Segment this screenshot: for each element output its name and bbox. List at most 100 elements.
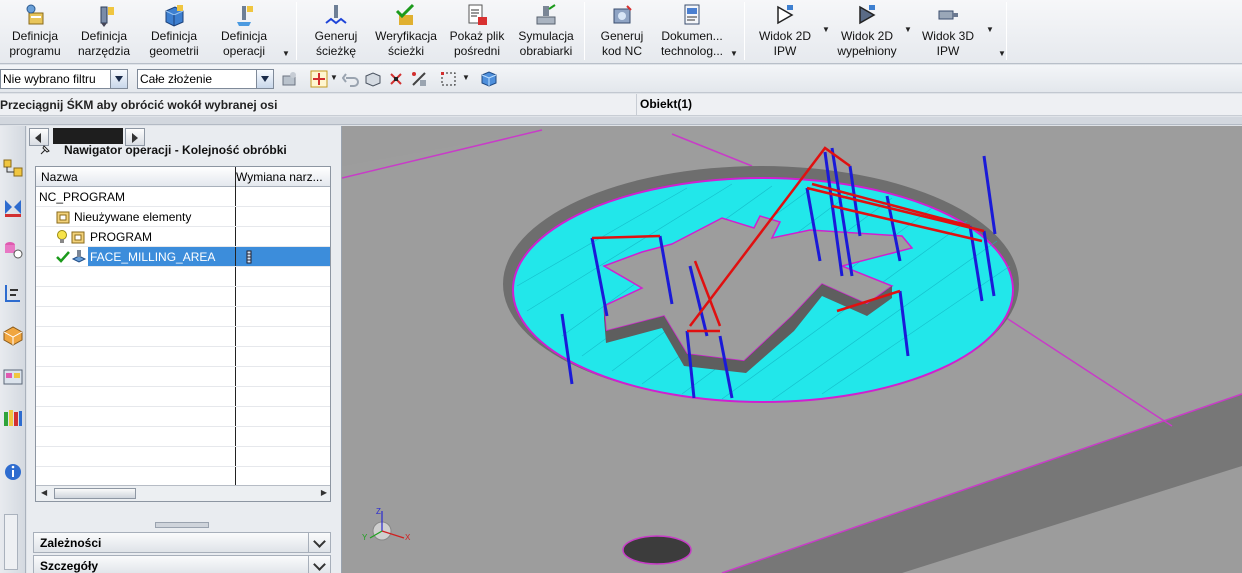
- reuse-library-icon[interactable]: [2, 324, 24, 346]
- view-3d-ipw-icon: [938, 10, 958, 20]
- column-header-name[interactable]: Nazwa: [41, 170, 78, 184]
- status-bar: Przeciągnij ŚKM aby obrócić wokół wybran…: [0, 94, 1242, 116]
- svg-text:X: X: [405, 533, 411, 542]
- view-2d-ipw-dropdown[interactable]: ▼: [822, 25, 830, 34]
- definicja-narzedzia-button[interactable]: Definicja narzędzia: [70, 0, 138, 62]
- panel-splitter[interactable]: [155, 522, 209, 528]
- drill-hole: [622, 535, 692, 565]
- tree-row-empty: [36, 267, 330, 287]
- roles-info-icon[interactable]: [2, 460, 24, 482]
- type-filter-select[interactable]: Nie wybrano filtru: [0, 69, 128, 89]
- widok-2d-wypelniony-button[interactable]: Widok 2D wypełniony: [832, 0, 902, 62]
- ribbon-separator: [584, 2, 585, 60]
- column-header-tool-change[interactable]: Wymiana narz...: [236, 170, 330, 184]
- ribbon-toolbar: Definicja programu Definicja narzędzia D…: [0, 0, 1242, 64]
- selection-scope-select[interactable]: Całe złożenie: [137, 69, 274, 89]
- select-box-icon[interactable]: [440, 70, 458, 88]
- graphics-viewport[interactable]: Z X Y: [342, 126, 1242, 573]
- tree-row-empty: [36, 467, 330, 487]
- widok-2d-ipw-button[interactable]: Widok 2D IPW: [752, 0, 818, 62]
- ribbon-separator: [744, 2, 745, 60]
- pin-icon[interactable]: [39, 144, 51, 156]
- navigator-title: Nawigator operacji - Kolejność obróbki: [64, 143, 287, 157]
- definicja-programu-button[interactable]: Definicja programu: [2, 0, 68, 62]
- scrollbar-thumb[interactable]: [54, 488, 136, 499]
- resource-scrollbar[interactable]: [4, 514, 18, 570]
- generuj-kod-nc-button[interactable]: Generuj kod NC: [592, 0, 652, 62]
- ribbon-group-dropdown[interactable]: ▼: [730, 49, 738, 58]
- part-view-icon[interactable]: [364, 70, 382, 88]
- program-folder-icon: [71, 231, 85, 244]
- chevron-down-icon[interactable]: [256, 70, 273, 88]
- symulacja-obrabiarki-button[interactable]: Symulacja obrabiarki: [512, 0, 580, 62]
- prompt-text: Przeciągnij ŚKM aby obrócić wokół wybran…: [0, 98, 278, 112]
- tree-row-empty: [36, 367, 330, 387]
- chevron-down-icon[interactable]: [110, 70, 127, 88]
- ribbon-group-dropdown[interactable]: ▼: [282, 49, 290, 58]
- documentation-icon: [684, 4, 700, 25]
- folder-icon: [56, 211, 70, 224]
- machine-tool-navigator-icon[interactable]: [2, 196, 24, 218]
- machine-simulation-icon: [536, 4, 556, 25]
- details-panel-header[interactable]: Szczegóły: [33, 555, 331, 573]
- operation-navigator-icon[interactable]: [2, 156, 24, 178]
- verify-path-icon: [395, 3, 415, 25]
- dokumentacja-technologiczna-button[interactable]: Dokumen... technolog...: [654, 0, 730, 62]
- undo-icon[interactable]: [342, 70, 360, 88]
- snap-point-icon[interactable]: [310, 70, 328, 88]
- tree-row-face-milling-area[interactable]: FACE_MILLING_AREA: [36, 247, 330, 267]
- generate-nc-icon: [613, 5, 632, 24]
- generate-path-icon: [325, 5, 347, 25]
- tree-row-empty: [36, 307, 330, 327]
- snap-dropdown[interactable]: ▼: [330, 73, 338, 82]
- cam-model-scene: Z X Y: [342, 129, 1242, 573]
- definicja-geometrii-button[interactable]: Definicja geometrii: [140, 0, 208, 62]
- chevron-down-icon[interactable]: [308, 532, 330, 553]
- tool-change-icon: [246, 250, 252, 264]
- scroll-right-icon[interactable]: ▶: [321, 488, 327, 497]
- chevron-down-icon[interactable]: [308, 555, 330, 573]
- tree-row-empty: [36, 387, 330, 407]
- nx-cam-window: Definicja programu Definicja narzędzia D…: [0, 0, 1242, 573]
- definicja-operacji-button[interactable]: Definicja operacji: [210, 0, 278, 62]
- view-2d-filled-dropdown[interactable]: ▼: [904, 25, 912, 34]
- view-2d-ipw-icon: [777, 5, 794, 25]
- program-definition-icon: [26, 4, 44, 25]
- weryfikacja-sciezki-button[interactable]: Weryfikacja ścieżki: [372, 0, 440, 62]
- selection-status: Obiekt(1): [636, 94, 692, 116]
- divider: [0, 117, 1242, 125]
- operation-definition-icon: [237, 6, 253, 26]
- check-icon: [56, 251, 70, 263]
- assembly-navigator-icon[interactable]: [2, 282, 24, 304]
- tool-definition-icon: [100, 6, 114, 27]
- tree-row-empty: [36, 347, 330, 367]
- geometry-definition-icon: [165, 5, 184, 27]
- widok-3d-ipw-button[interactable]: Widok 3D IPW: [914, 0, 982, 62]
- face-milling-operation-icon: [71, 250, 87, 263]
- part-navigator-icon[interactable]: [2, 238, 24, 260]
- ribbon-separator: [1006, 2, 1007, 60]
- tree-row-unused-items[interactable]: Nieużywane elementy: [36, 207, 330, 227]
- view-2d-filled-icon: [859, 5, 876, 25]
- tool-snap-icon[interactable]: [387, 70, 405, 88]
- tree-horizontal-scrollbar[interactable]: ◀ ▶: [36, 485, 330, 501]
- tree-row-nc-program[interactable]: NC_PROGRAM: [36, 187, 330, 207]
- shaded-cube-icon[interactable]: [480, 70, 498, 88]
- tree-row-program[interactable]: PROGRAM: [36, 227, 330, 247]
- measure-icon[interactable]: [410, 70, 428, 88]
- materials-library-icon[interactable]: [2, 406, 24, 428]
- scroll-left-icon[interactable]: ◀: [41, 488, 47, 497]
- pokaz-plik-posredni-button[interactable]: Pokaż plik pośredni: [444, 0, 510, 62]
- ribbon-separator: [296, 2, 297, 60]
- view-3d-ipw-dropdown[interactable]: ▼: [986, 25, 994, 34]
- select-box-dropdown[interactable]: ▼: [462, 73, 470, 82]
- dependencies-panel-header[interactable]: Zależności: [33, 532, 331, 553]
- generuj-sciezke-button[interactable]: Generuj ścieżkę: [304, 0, 368, 62]
- selection-toolbar: Nie wybrano filtru Całe złożenie ▼ ▼: [0, 65, 1242, 93]
- show-file-icon: [468, 4, 487, 25]
- warning-bulb-icon: [57, 230, 67, 243]
- tree-row-empty: [36, 447, 330, 467]
- ribbon-group-dropdown[interactable]: ▼: [998, 49, 1006, 58]
- history-icon[interactable]: [2, 366, 24, 388]
- filter-settings-icon[interactable]: [281, 70, 299, 88]
